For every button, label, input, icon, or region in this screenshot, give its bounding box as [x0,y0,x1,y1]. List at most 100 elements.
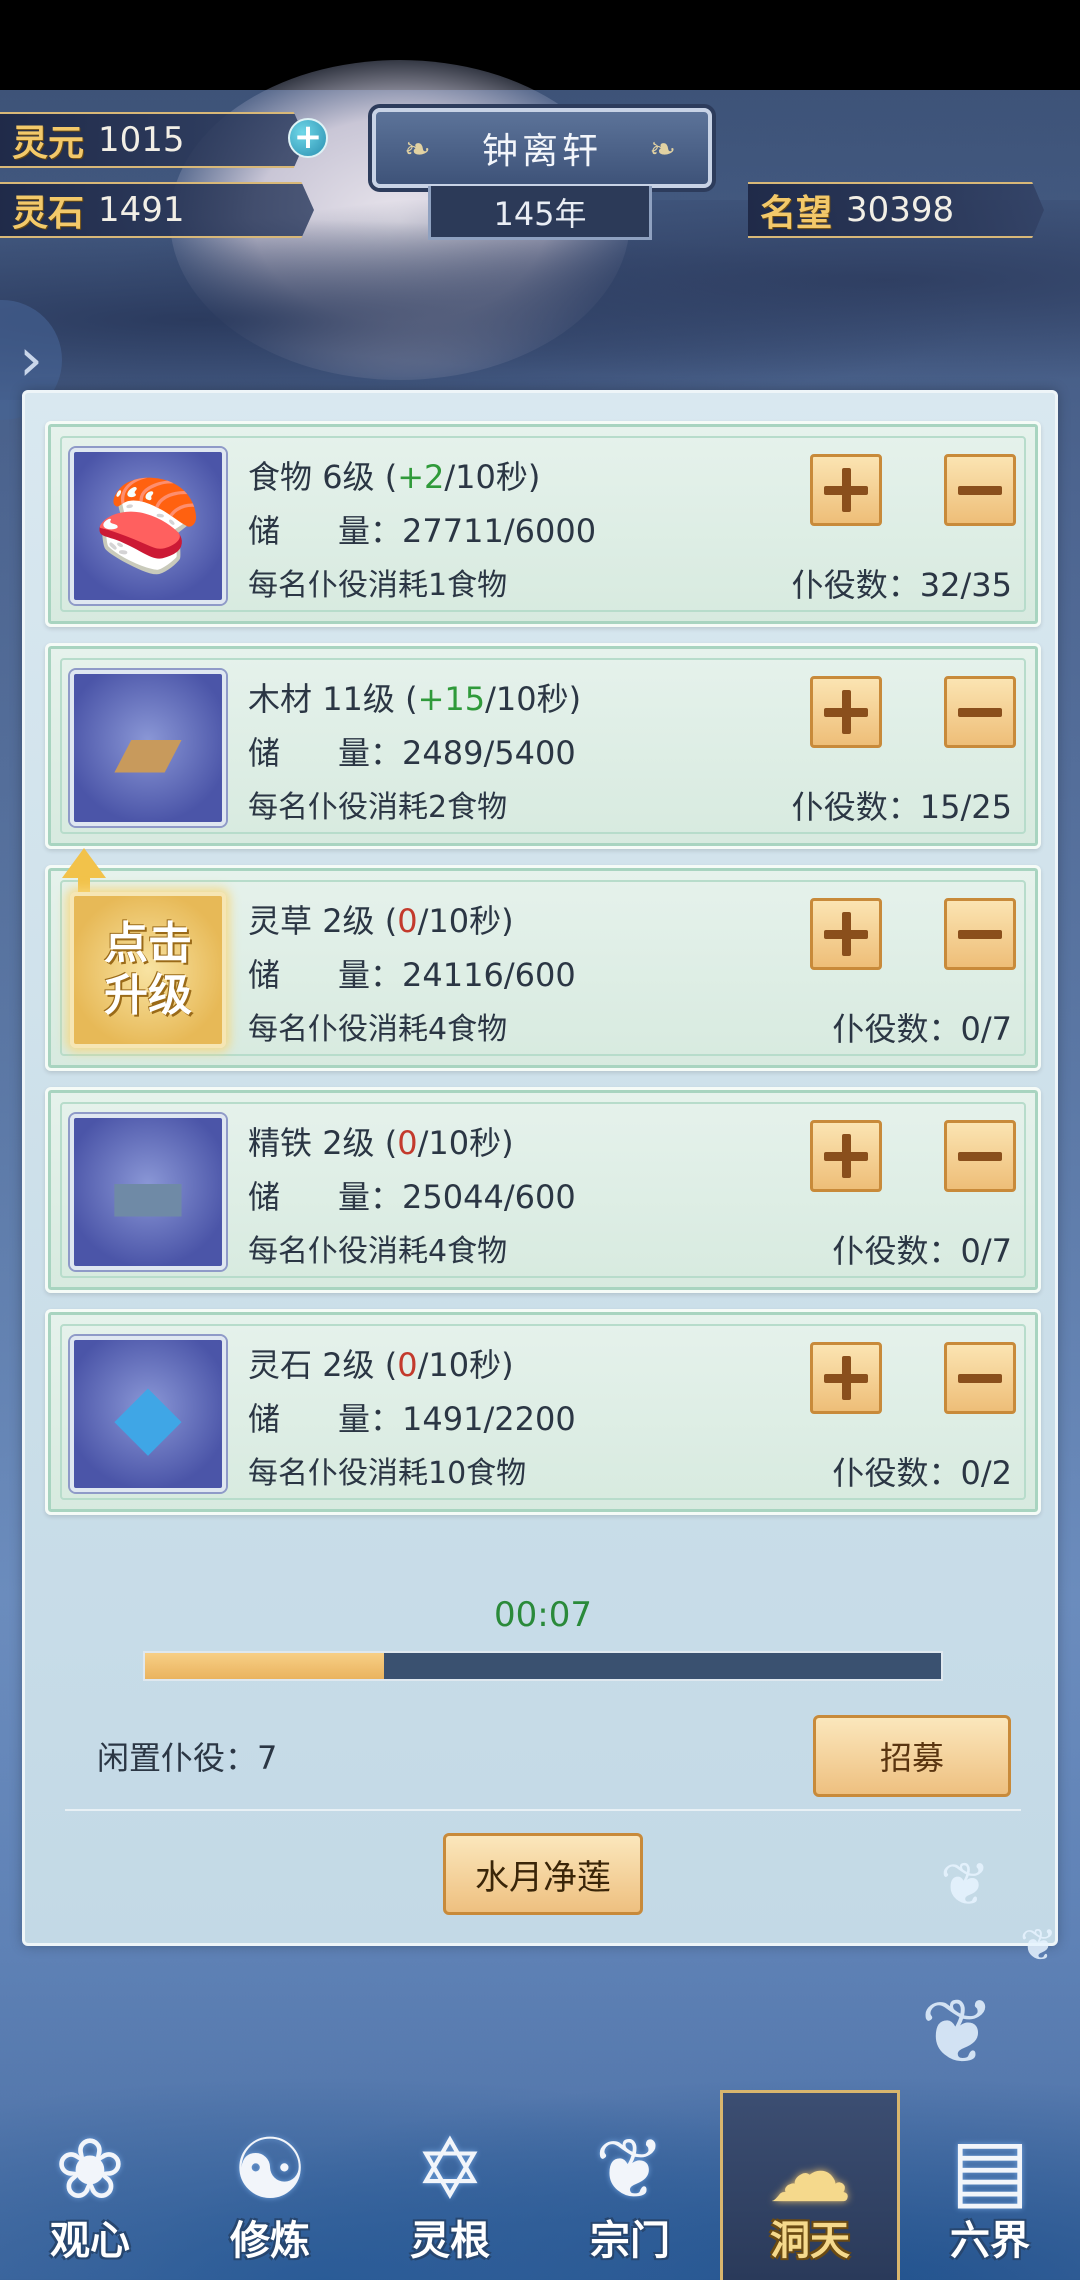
resource-card: 点击升级 灵草 2级 (0/10秒) 储 量：24116/600 每名仆役消耗4食物 仆役… [45,848,1041,1071]
storage-label-2: 量： [338,1178,403,1216]
resource-storage: 储 量：2489/5400 [248,728,576,774]
wood-plank-icon: ▰ [70,670,226,826]
resource-rate-value: +2 [397,458,445,496]
storage-value: 25044/600 [402,1178,576,1216]
resource-card: ◆ 灵石 2级 (0/10秒) 储 量：1491/2200 每名仆役消耗10食物 仆役数：… [45,1309,1041,1515]
resource-storage: 储 量：25044/600 [248,1172,576,1218]
worker-count-value: 0/7 [960,1232,1013,1270]
worker-count-value: 15/25 [919,788,1012,826]
resource-card: 🍣 食物 6级 (+2/10秒) 储 量：27711/6000 每名仆役消耗1食物 仆役数… [45,421,1041,627]
storage-label-2: 量： [338,734,403,772]
resource-storage: 储 量：27711/6000 [248,506,596,552]
cloud-ornament-icon: ❧ [404,130,435,168]
remove-worker-button[interactable] [944,454,1016,526]
storage-label-2: 量： [338,512,403,550]
nav-item[interactable]: ☁ 洞天 [720,2090,900,2280]
remove-worker-button[interactable] [944,676,1016,748]
fame-label: 名望 [760,193,833,234]
storage-value: 1491/2200 [402,1400,576,1438]
worker-count-label: 仆役数： [791,566,920,604]
resource-level: 2级 [322,1346,375,1384]
add-worker-button[interactable] [810,898,882,970]
nav-item[interactable]: ❦ 宗门 [540,2090,720,2280]
timer: 00:07 [494,1595,592,1635]
minus-icon [958,1151,1002,1161]
nav-item[interactable]: ☯ 修炼 [180,2090,360,2280]
add-worker-button[interactable] [810,1342,882,1414]
hexagram-icon: ✡ [414,2120,486,2218]
idle-workers: 闲置仆役：7 [97,1733,277,1779]
status-bar [0,0,1080,90]
nav-item[interactable]: ▤ 六界 [900,2090,1080,2280]
worker-count-label: 仆役数： [832,1454,961,1492]
worker-count-value: 0/7 [960,1010,1013,1048]
resource-name: 木材 [248,680,313,718]
minus-icon [958,1373,1002,1383]
resource-rate-unit: /10秒 [485,680,569,718]
resource-rate-unit: /10秒 [417,902,502,940]
storage-label-2: 量： [338,956,403,994]
resource-rate-value: 0 [397,1124,418,1162]
plus-icon [841,690,851,734]
progress-bar [143,1651,943,1681]
resource-rate-value: +15 [417,680,486,718]
storage-value: 27711/6000 [402,512,597,550]
iron-ingot-icon: ▬ [70,1114,226,1270]
upgrade-text: 点击升级 [104,918,192,1021]
chevron-right-icon: › [19,325,43,395]
remove-worker-button[interactable] [944,898,1016,970]
cave-management-panel: 🍣 食物 6级 (+2/10秒) 储量：27711/6000 每名仆役消耗1食物 仆役数… [22,390,1058,1946]
lingyuan-bar: 灵元 1015 [0,112,306,168]
nav-item[interactable]: ✡ 灵根 [360,2090,540,2280]
cloud-ornament-icon: ❧ [649,130,680,168]
resource-name: 灵石 [248,1346,313,1384]
consume-text: 每名仆役消耗4食物 [248,1234,508,1269]
add-lingyuan-button[interactable]: + [288,118,328,158]
resource-level: 6级 [322,458,375,496]
consume-text: 每名仆役消耗4食物 [248,1012,508,1047]
resource-card: ▰ 木材 11级 (+15/10秒) 储 量：2489/5400 每名仆役消耗2食物 仆役… [45,643,1041,849]
recruit-button[interactable]: 招募 [813,1715,1011,1797]
upgrade-icon[interactable]: 点击升级 [70,892,226,1048]
salmon-icon: 🍣 [70,448,226,604]
resource-name: 食物 [248,458,313,496]
nav-label: 观心 [50,2218,130,2264]
worker-count: 仆役数：0/2 [832,1448,1012,1494]
resource-rate-unit: /10秒 [417,1346,502,1384]
storage-label: 储 [248,512,281,550]
resource-storage: 储 量：1491/2200 [248,1394,576,1440]
sect-name-plaque: ❧ 钟离轩 ❧ [372,108,712,188]
lingshi-label: 灵石 [12,193,85,234]
resource-rate-unit: /10秒 [444,458,528,496]
plus-icon [841,912,851,956]
lotus-button[interactable]: 水月净莲 [443,1833,643,1915]
plus-icon [841,468,851,512]
idle-workers-value: 7 [257,1739,278,1777]
add-worker-button[interactable] [810,454,882,526]
nav-label: 洞天 [770,2218,850,2264]
add-worker-button[interactable] [810,1120,882,1192]
add-worker-button[interactable] [810,676,882,748]
consume-text: 每名仆役消耗1食物 [248,568,508,603]
sect-name: 钟离轩 [481,131,602,172]
minus-icon [958,929,1002,939]
resource-level: 2级 [322,902,375,940]
nav-item[interactable]: ❀ 观心 [0,2090,180,2280]
nav-label: 宗门 [590,2218,670,2264]
storage-label: 储 [248,1400,281,1438]
resource-title: 灵草 2级 (0/10秒) [248,902,514,940]
worker-count-label: 仆役数： [832,1232,961,1270]
nav-label: 修炼 [230,2218,310,2264]
up-arrow-icon [62,848,106,908]
resource-rate-unit: /10秒 [417,1124,502,1162]
minus-icon [958,485,1002,495]
worker-count: 仆役数：15/25 [792,782,1012,828]
resource-name: 精铁 [248,1124,313,1162]
resource-title: 精铁 2级 (0/10秒) [248,1124,514,1162]
resource-rate-value: 0 [397,902,418,940]
fame-value: 30398 [846,190,955,230]
remove-worker-button[interactable] [944,1120,1016,1192]
resource-title: 食物 6级 (+2/10秒) [248,458,541,496]
remove-worker-button[interactable] [944,1342,1016,1414]
worker-count: 仆役数：0/7 [832,1226,1012,1272]
